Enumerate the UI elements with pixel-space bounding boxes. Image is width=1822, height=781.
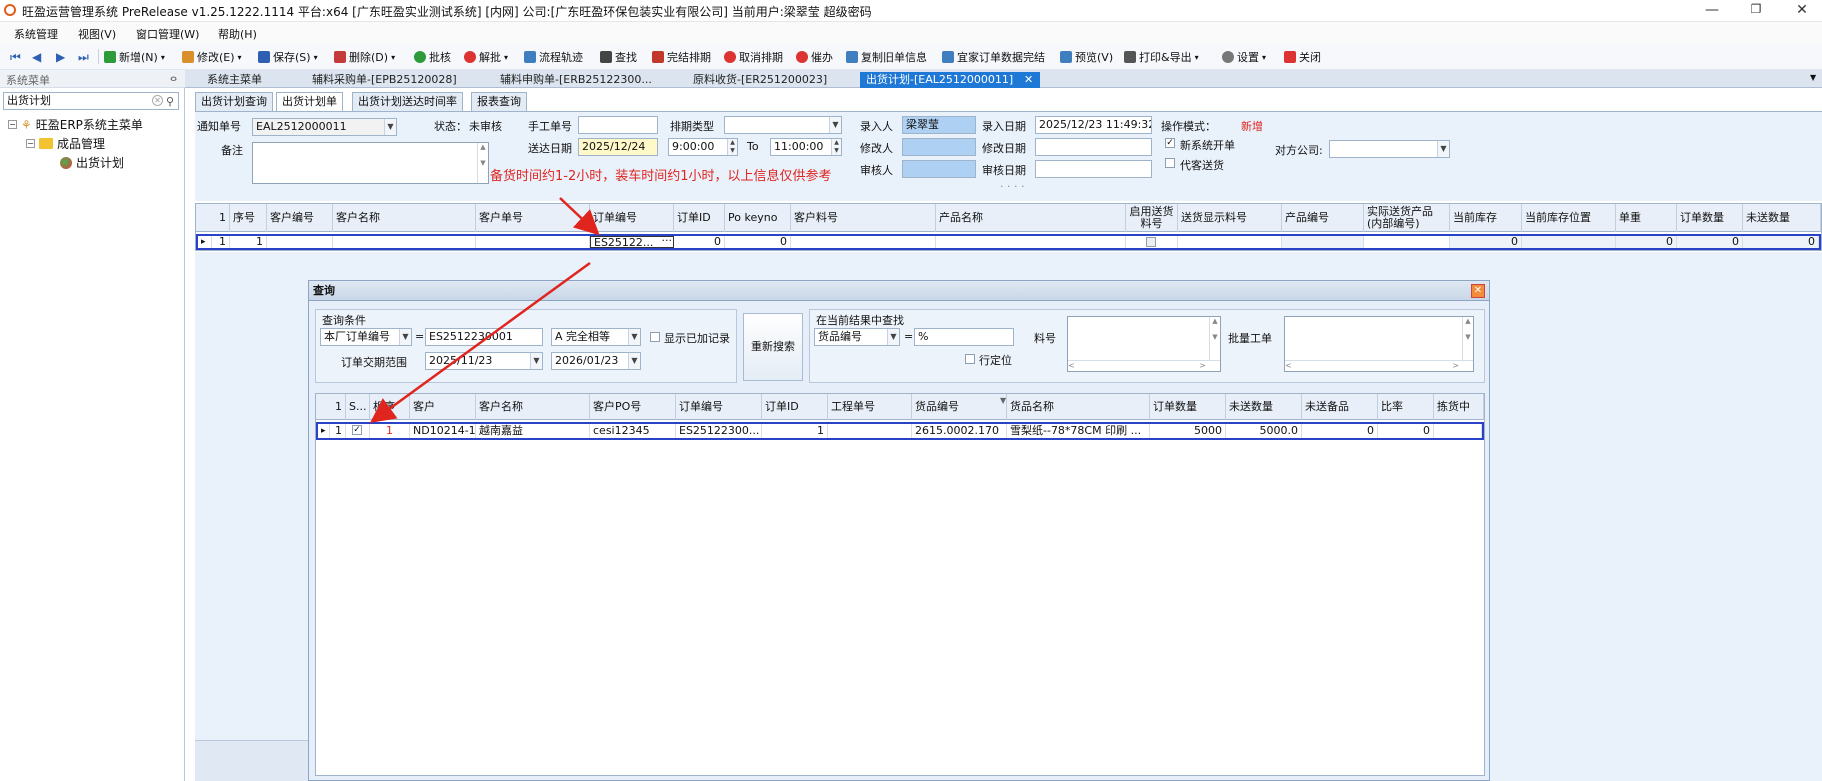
arrow-to-select-checkbox [369, 261, 591, 423]
annotation-arrows [369, 197, 600, 423]
arrow-to-order-no [559, 197, 600, 236]
